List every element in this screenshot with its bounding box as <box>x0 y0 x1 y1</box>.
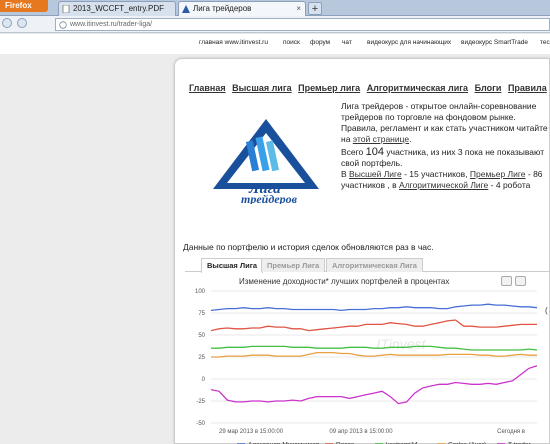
intro-text: Лига трейдеров - открытое онлайн-соревно… <box>341 101 550 145</box>
top-league-count: - 15 участников, <box>404 169 468 179</box>
menu-home[interactable]: Главная <box>189 83 226 93</box>
intro-end: . <box>409 134 412 144</box>
topnav-home[interactable]: главная www.itinvest.ru <box>199 39 268 46</box>
firefox-menu-button[interactable]: Firefox <box>0 0 48 12</box>
topnav-video-beginners[interactable]: видеокурс для начинающих <box>367 39 451 46</box>
browser-tab-bar: Firefox 2013_WCCFT_entry.PDF Лига трейде… <box>0 0 550 16</box>
x-tick-label: 29 мар 2013 в 15:00:00 <box>219 429 284 435</box>
y-tick-label: -50 <box>196 421 205 427</box>
web-page: главная www.itinvest.ru поиск форум чат … <box>0 34 550 444</box>
menu-blogs[interactable]: Блоги <box>475 83 502 93</box>
forward-icon[interactable] <box>17 18 28 28</box>
tab-pdf[interactable]: 2013_WCCFT_entry.PDF <box>58 1 176 16</box>
document-icon <box>62 5 70 13</box>
participant-stats: Всего 104 участника, из них 3 пока не по… <box>341 147 550 191</box>
participant-count: 104 <box>365 146 385 158</box>
tab-top-league[interactable]: Высшая Лига <box>201 258 264 273</box>
stats-prefix: Всего <box>341 147 364 157</box>
topnav-chat[interactable]: чат <box>342 39 352 46</box>
main-menu: Главная Высшая лига Премьер лига Алгорит… <box>189 83 550 93</box>
content-card: Главная Высшая лига Премьер лига Алгорит… <box>174 58 550 444</box>
browser-nav-bar: www.itinvest.ru/trader-liga/ <box>0 16 550 33</box>
series-line-1 <box>210 319 537 332</box>
tab-premier-league[interactable]: Премьер Лига <box>261 258 326 272</box>
url-text: www.itinvest.ru/trader-liga/ <box>70 21 153 28</box>
series-line-2 <box>211 345 538 351</box>
x-tick-label: Сегодня в <box>497 429 525 435</box>
series-line-0 <box>210 303 538 312</box>
chart-watermark: ITinvest <box>377 336 427 352</box>
menu-rules[interactable]: Правила <box>508 83 547 93</box>
series-line-4 <box>210 365 538 405</box>
algo-league-link[interactable]: Алгоритмической Лиге <box>399 180 488 190</box>
topnav-test[interactable]: тес <box>540 39 550 46</box>
x-tick-label: 09 апр 2013 в 15:00:00 <box>329 429 393 435</box>
new-tab-button[interactable]: + <box>308 2 322 15</box>
topnav-search[interactable]: поиск <box>283 39 300 46</box>
logo-text-line2: трейдеров <box>241 192 298 204</box>
tab-algo-league[interactable]: Алгоритмическая Лига <box>326 258 423 272</box>
menu-top-league[interactable]: Высшая лига <box>232 83 291 93</box>
algo-league-count: - 4 робота <box>490 180 531 190</box>
y-tick-label: 100 <box>195 289 206 295</box>
tab-label: Лига трейдеров <box>193 4 252 13</box>
address-bar[interactable]: www.itinvest.ru/trader-liga/ <box>55 18 550 31</box>
stats-in: В <box>341 169 347 179</box>
league-logo: Лига трейдеров <box>213 119 319 204</box>
site-favicon-icon <box>182 5 190 13</box>
nav-buttons <box>2 18 52 31</box>
y-tick-label: 0 <box>202 377 206 383</box>
topnav-video-smarttrade[interactable]: видеокурс SmartTrade <box>461 39 528 46</box>
top-league-link[interactable]: Высшей Лиге <box>349 169 402 179</box>
series-line-3 <box>211 351 537 358</box>
premier-league-link[interactable]: Премьер Лиге <box>470 169 526 179</box>
tab-trader-league[interactable]: Лига трейдеров × <box>178 1 306 16</box>
back-icon[interactable] <box>2 18 12 28</box>
returns-chart: 100 75 50 25 0 -25 -50 ITinvest 29 мар 2013 в 15… <box>195 289 538 444</box>
y-tick-label: 25 <box>198 355 205 361</box>
update-note: Данные по портфелю и история сделок обно… <box>183 242 434 252</box>
league-tabs: Высшая Лига Премьер Лига Алгоритмическая… <box>185 258 550 273</box>
globe-icon <box>59 21 67 29</box>
y-tick-label: -25 <box>196 399 205 405</box>
scrollbar-edge: ( <box>545 306 548 315</box>
tab-label: 2013_WCCFT_entry.PDF <box>73 4 164 13</box>
rules-page-link[interactable]: этой странице <box>353 134 409 144</box>
menu-premier-league[interactable]: Премьер лига <box>298 83 360 93</box>
close-tab-icon[interactable]: × <box>296 2 301 16</box>
site-top-nav: главная www.itinvest.ru поиск форум чат … <box>0 34 550 54</box>
topnav-forum[interactable]: форум <box>310 39 330 46</box>
y-tick-label: 50 <box>198 333 205 339</box>
menu-algo-league[interactable]: Алгоритмическая лига <box>367 83 468 93</box>
y-tick-label: 75 <box>198 311 205 317</box>
